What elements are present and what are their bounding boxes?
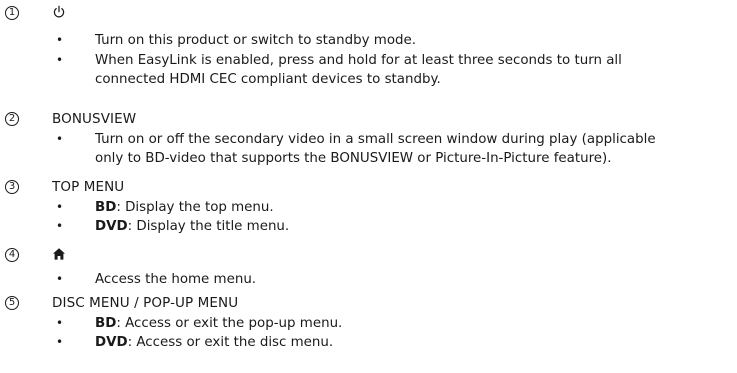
bullet-marker: • <box>56 132 64 146</box>
bullet-marker: • <box>56 200 64 214</box>
bullet-marker: • <box>56 335 64 349</box>
power-icon <box>52 5 66 19</box>
bullet-text-continued: only to BD-video that supports the BONUS… <box>95 151 612 166</box>
item-number: 3 <box>5 180 19 194</box>
item-number: 1 <box>5 6 19 20</box>
bullet-marker: • <box>56 33 64 47</box>
bullet-term: BD <box>95 200 117 215</box>
bullet-text-continued: connected HDMI CEC compliant devices to … <box>95 72 441 87</box>
bullet-term: DVD <box>95 335 128 350</box>
bullet-marker: • <box>56 272 64 286</box>
bullet-desc: : Access or exit the pop-up menu. <box>116 316 343 331</box>
bullet-text: Access the home menu. <box>95 272 257 287</box>
bullet-text: DVD: Display the title menu. <box>95 217 735 236</box>
item-number: 5 <box>5 296 19 310</box>
item-heading: BONUSVIEW <box>52 111 137 127</box>
item-heading: DISC MENU / POP-UP MENU <box>52 295 239 311</box>
bullet-marker: • <box>56 219 64 233</box>
item-number: 4 <box>5 248 19 262</box>
bullet-text: Turn on this product or switch to standb… <box>95 33 417 48</box>
bullet-term: DVD <box>95 219 128 234</box>
bullet-marker: • <box>56 53 64 67</box>
bullet-text: When EasyLink is enabled, press and hold… <box>95 53 622 68</box>
bullet-text: BD: Access or exit the pop-up menu. <box>95 314 735 333</box>
item-number: 2 <box>5 112 19 126</box>
bullet-desc: : Display the top menu. <box>116 200 274 215</box>
manual-page: 1 • Turn on this product or switch to st… <box>0 0 737 373</box>
bullet-desc: : Access or exit the disc menu. <box>127 335 334 350</box>
item-heading: TOP MENU <box>52 179 125 195</box>
bullet-text: BD: Display the top menu. <box>95 198 735 217</box>
bullet-desc: : Display the title menu. <box>127 219 290 234</box>
bullet-text: Turn on or off the secondary video in a … <box>95 132 656 147</box>
bullet-text: DVD: Access or exit the disc menu. <box>95 333 735 352</box>
bullet-marker: • <box>56 316 64 330</box>
bullet-term: BD <box>95 316 117 331</box>
home-icon <box>52 247 66 261</box>
